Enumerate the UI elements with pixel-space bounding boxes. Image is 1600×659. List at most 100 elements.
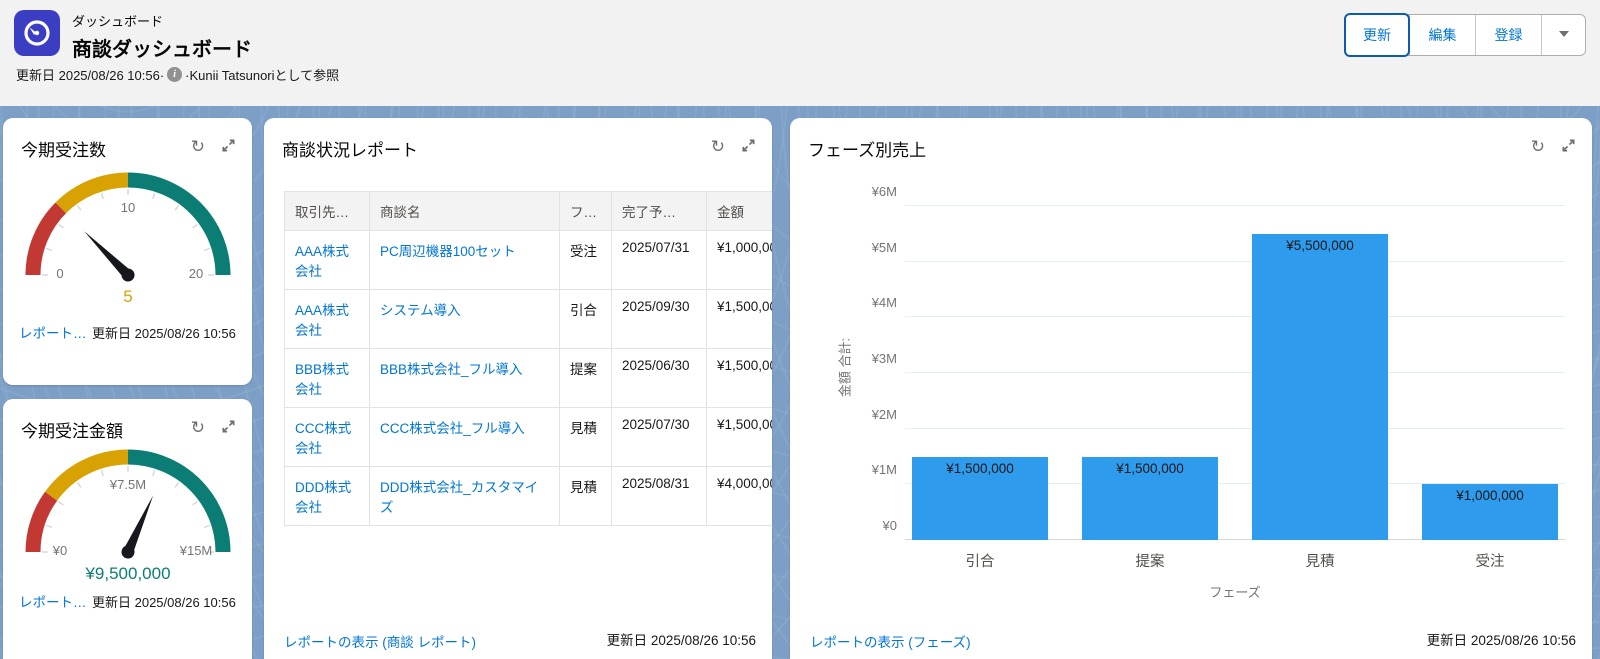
widget-order-amount: 今期受注金額 ↻ ¥0 ¥7.5M ¥15M ¥9,500,000 レポート… 更新日…	[3, 399, 252, 659]
gauge-tick	[191, 500, 198, 506]
account-link[interactable]: AAA株式会社	[295, 244, 349, 279]
gauge-tick	[203, 524, 210, 528]
y-axis-tick-label: ¥1M	[871, 462, 897, 478]
table-cell: DDD株式会社	[284, 466, 370, 526]
more-actions-button[interactable]	[1541, 15, 1585, 55]
gauge-segment	[127, 172, 230, 276]
report-link[interactable]: レポート…	[19, 591, 87, 611]
account-link[interactable]: CCC株式会社	[295, 421, 351, 456]
widget-updated-text: 更新日 2025/08/26 10:56	[1426, 632, 1576, 648]
widget-title: 今期受注数	[21, 141, 106, 160]
gauge-tick	[76, 204, 82, 211]
widget-expand-icon[interactable]	[221, 138, 236, 155]
gauge-segment	[55, 172, 128, 214]
widget-refresh-icon[interactable]: ↻	[1531, 138, 1545, 155]
widget-expand-icon[interactable]	[221, 419, 236, 436]
widget-expand-icon[interactable]	[741, 138, 756, 155]
dashboard-meta: 更新日 2025/08/26 10:56· i ·Kunii Tatsunori…	[16, 65, 339, 84]
gauge-tick	[45, 524, 52, 528]
table-column-header[interactable]: 完了予…	[611, 191, 707, 231]
bar-value-label: ¥5,500,000	[1286, 237, 1354, 253]
table-column-header[interactable]: 金額	[706, 191, 772, 231]
table-row: AAA株式会社 システム導入 引合2025/09/30¥1,500,000	[284, 289, 772, 349]
view-report-link[interactable]: レポートの表示 (商談 レポート)	[284, 631, 476, 651]
gauge-axis-label: ¥7.5M	[108, 477, 145, 492]
bar-受注[interactable]: ¥1,000,000	[1422, 484, 1558, 540]
y-axis-tick-label: ¥0	[882, 518, 897, 533]
table-column-header[interactable]: 商談名	[369, 191, 560, 231]
y-axis-tick-label: ¥5M	[871, 239, 897, 255]
table-cell: 見積	[559, 407, 612, 467]
opportunity-link[interactable]: CCC株式会社_フル導入	[380, 421, 525, 436]
gauge-tick	[173, 481, 179, 488]
gauge-tick	[57, 223, 64, 229]
info-icon[interactable]: i	[167, 67, 183, 82]
widget-refresh-icon[interactable]: ↻	[191, 419, 205, 436]
table-cell: 引合	[559, 289, 612, 349]
opportunity-link[interactable]: DDD株式会社_カスタマイズ	[380, 480, 538, 515]
widget-phase-sales: フェーズ別売上 ↻ 金額 合計: ¥0 ¥1M ¥2M ¥3M ¥4M ¥5M ¥6M ¥1,…	[790, 118, 1592, 659]
gauge-tick	[191, 223, 198, 229]
table-column-header[interactable]: 取引先…	[284, 191, 370, 231]
account-link[interactable]: BBB株式会社	[295, 362, 349, 397]
table-cell: CCC株式会社	[284, 407, 370, 467]
bar-value-label: ¥1,000,000	[1456, 488, 1524, 504]
bar-value-label: ¥1,500,000	[946, 460, 1014, 476]
y-axis-tick-label: ¥2M	[871, 406, 897, 422]
x-category-label: 提案	[1135, 554, 1165, 570]
opportunity-link[interactable]: PC周辺機器100セット	[380, 244, 516, 259]
gauge-needle	[120, 495, 153, 559]
gauge-tick	[100, 469, 104, 477]
gauge-tick	[100, 192, 104, 200]
gauge-tick	[151, 469, 155, 477]
table-cell: DDD株式会社_カスタマイズ	[369, 466, 560, 526]
report-table: 取引先… 商談名 フ… 完了予… 金額 AAA株式会社 PC周辺機器100セット 受注 202…	[284, 191, 772, 526]
gauge-segment	[25, 202, 66, 276]
x-axis-categories: 引合 提案 見積 受注	[905, 550, 1565, 571]
subscribe-button[interactable]: 登録	[1475, 15, 1541, 55]
chevron-down-icon	[1558, 30, 1569, 37]
bar-引合[interactable]: ¥1,500,000	[912, 456, 1048, 540]
y-axis-tick-label: ¥4M	[871, 295, 897, 311]
table-cell: CCC株式会社_フル導入	[369, 407, 560, 467]
account-link[interactable]: AAA株式会社	[295, 303, 349, 338]
report-link[interactable]: レポート…	[19, 322, 87, 342]
gauge-segment	[25, 491, 57, 553]
bar-提案[interactable]: ¥1,500,000	[1082, 456, 1218, 540]
widget-refresh-icon[interactable]: ↻	[191, 138, 205, 155]
refresh-button[interactable]: 更新	[1344, 13, 1410, 57]
widget-refresh-icon[interactable]: ↻	[711, 138, 725, 155]
gauge-chart: 0 10 20 5	[25, 172, 230, 306]
account-link[interactable]: DDD株式会社	[295, 480, 351, 515]
object-type-label: ダッシュボード	[72, 14, 164, 29]
table-column-header[interactable]: フ…	[559, 191, 612, 231]
x-category-label: 見積	[1305, 554, 1335, 570]
page-header: ダッシュボード 商談ダッシュボード 更新日 2025/08/26 10:56· …	[0, 0, 1600, 106]
table-cell: 2025/09/30	[611, 289, 707, 349]
widget-updated-text: 更新日 2025/08/26 10:56	[606, 632, 756, 648]
gauge-axis-label: 20	[188, 266, 202, 281]
widget-opportunity-report: 商談状況レポート ↻ 取引先… 商談名 フ… 完了予… 金額 AAA株式会社 PC周辺機器…	[264, 118, 772, 659]
table-cell: 2025/07/30	[611, 407, 707, 467]
gauge-axis-label: 0	[56, 266, 63, 281]
gauge-axis-label: ¥15M	[178, 543, 212, 558]
header-button-group: 更新 編集 登録	[1344, 13, 1586, 57]
table-row: BBB株式会社 BBB株式会社_フル導入 提案2025/06/30¥1,500,00…	[284, 348, 772, 408]
gauge-axis-label: ¥0	[51, 543, 66, 558]
updated-timestamp: 更新日 2025/08/26 10:56·	[16, 68, 165, 83]
opportunity-link[interactable]: システム導入	[380, 303, 461, 318]
opportunity-link[interactable]: BBB株式会社_フル導入	[380, 362, 523, 377]
bar-見積[interactable]: ¥5,500,000	[1252, 233, 1388, 540]
table-cell: システム導入	[369, 289, 560, 349]
y-axis-tick-label: ¥3M	[871, 351, 897, 366]
gauge-chart: ¥0 ¥7.5M ¥15M ¥9,500,000	[25, 449, 230, 583]
table-cell: AAA株式会社	[284, 230, 370, 290]
edit-button[interactable]: 編集	[1409, 15, 1475, 55]
gauge-axis-label: 10	[120, 200, 134, 215]
viewing-as-label: ·Kunii Tatsunoriとして参照	[185, 68, 340, 83]
widget-title: フェーズ別売上	[808, 141, 927, 160]
widget-title: 商談状況レポート	[282, 141, 418, 160]
view-report-link[interactable]: レポートの表示 (フェーズ)	[810, 631, 971, 651]
widget-expand-icon[interactable]	[1561, 138, 1576, 155]
y-axis-title: 金額 合計:	[837, 337, 853, 398]
